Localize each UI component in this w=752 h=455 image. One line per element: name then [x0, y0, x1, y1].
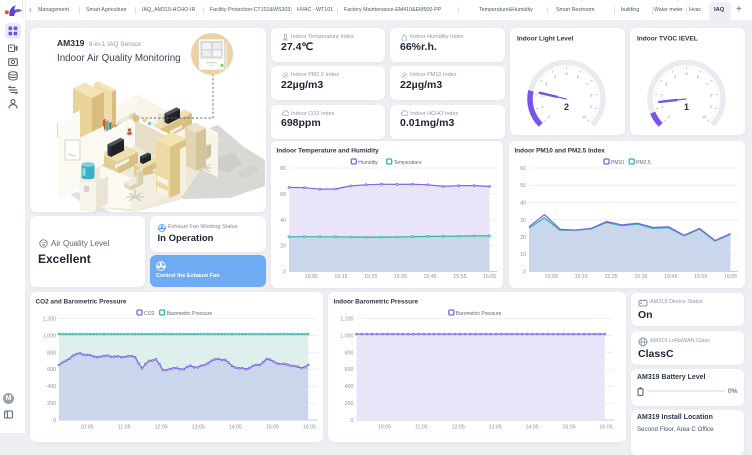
svg-text:0: 0 [523, 269, 526, 275]
svg-text:10:05: 10:05 [378, 425, 391, 431]
svg-text:200: 200 [47, 401, 56, 407]
svg-text:11:05: 11:05 [415, 425, 428, 431]
svg-text:60: 60 [280, 191, 286, 197]
svg-text:7: 7 [705, 83, 707, 87]
svg-text:Indoor TVOC lEVEL: Indoor TVOC lEVEL [637, 36, 698, 43]
svg-text:0: 0 [351, 418, 354, 424]
svg-text:15:05: 15:05 [545, 274, 558, 280]
svg-text:1: 1 [541, 105, 543, 109]
svg-text:Indoor Light Level: Indoor Light Level [517, 36, 574, 43]
svg-text:15:05: 15:05 [562, 425, 575, 431]
svg-text:12:05: 12:05 [452, 425, 465, 431]
svg-text:1: 1 [683, 102, 688, 112]
svg-text:11:05: 11:05 [118, 425, 131, 431]
svg-text:15:05: 15:05 [305, 274, 318, 280]
svg-text:5: 5 [565, 72, 567, 76]
svg-text:40: 40 [280, 217, 286, 223]
svg-text:PM2.5: PM2.5 [636, 160, 651, 166]
svg-text:15:55: 15:55 [694, 274, 707, 280]
svg-text:16:05: 16:05 [599, 425, 612, 431]
svg-text:Barometric Pressure: Barometric Pressure [456, 311, 502, 317]
svg-text:PM10: PM10 [611, 160, 624, 166]
svg-text:40: 40 [520, 200, 526, 206]
svg-text:1: 1 [661, 105, 663, 109]
svg-text:Indoor PM10 and PM2.5 Index: Indoor PM10 and PM2.5 Index [515, 147, 606, 154]
svg-text:8: 8 [590, 94, 592, 98]
svg-text:12:05: 12:05 [155, 425, 168, 431]
svg-text:15:45: 15:45 [423, 274, 436, 280]
svg-text:Barometric Pressure: Barometric Pressure [167, 311, 213, 317]
svg-text:Temperature: Temperature [394, 160, 422, 166]
svg-text:15:25: 15:25 [364, 274, 377, 280]
svg-text:16:05: 16:05 [303, 425, 316, 431]
svg-text:CO2: CO2 [144, 311, 155, 317]
svg-text:CO2 and Barometric Pressure: CO2 and Barometric Pressure [36, 299, 127, 306]
svg-text:400: 400 [345, 384, 354, 390]
svg-text:6: 6 [576, 75, 578, 79]
svg-text:0: 0 [53, 418, 56, 424]
svg-text:400: 400 [47, 384, 56, 390]
svg-text:0: 0 [283, 269, 286, 275]
svg-text:4: 4 [674, 75, 676, 79]
svg-text:800: 800 [47, 350, 56, 356]
svg-text:1,200: 1,200 [340, 317, 353, 323]
svg-text:10: 10 [702, 115, 706, 119]
svg-text:6: 6 [696, 75, 698, 79]
svg-text:1,000: 1,000 [340, 333, 353, 339]
svg-text:2: 2 [563, 102, 568, 112]
svg-text:15:55: 15:55 [453, 274, 466, 280]
svg-text:13:05: 13:05 [489, 425, 502, 431]
svg-text:Humidity: Humidity [358, 160, 378, 166]
svg-text:60: 60 [520, 166, 526, 172]
svg-text:800: 800 [345, 350, 354, 356]
svg-text:13:05: 13:05 [192, 425, 205, 431]
svg-text:14:05: 14:05 [229, 425, 242, 431]
svg-text:15:05: 15:05 [266, 425, 279, 431]
svg-text:15:45: 15:45 [664, 274, 677, 280]
svg-text:8: 8 [710, 94, 712, 98]
svg-text:50: 50 [520, 183, 526, 189]
svg-text:15:15: 15:15 [575, 274, 588, 280]
svg-text:7: 7 [585, 83, 587, 87]
svg-text:30: 30 [520, 217, 526, 223]
svg-text:16:05: 16:05 [724, 274, 737, 280]
svg-text:0: 0 [667, 115, 669, 119]
svg-text:10: 10 [582, 115, 586, 119]
svg-text:15:25: 15:25 [604, 274, 617, 280]
svg-text:20: 20 [280, 243, 286, 249]
svg-text:5: 5 [685, 72, 687, 76]
svg-text:20: 20 [520, 235, 526, 241]
svg-text:1,000: 1,000 [43, 333, 56, 339]
svg-text:14:05: 14:05 [525, 425, 538, 431]
svg-text:15:35: 15:35 [634, 274, 647, 280]
svg-text:15:35: 15:35 [394, 274, 407, 280]
svg-text:200: 200 [345, 401, 354, 407]
svg-text:1,200: 1,200 [43, 317, 56, 323]
svg-text:2: 2 [660, 94, 662, 98]
svg-text:Indoor Barometric Pressure: Indoor Barometric Pressure [334, 299, 419, 306]
svg-text:Indoor Temperature and Humidit: Indoor Temperature and Humidity [277, 147, 380, 154]
svg-text:16:05: 16:05 [483, 274, 496, 280]
svg-text:10: 10 [520, 252, 526, 258]
svg-text:9: 9 [589, 105, 591, 109]
svg-text:4: 4 [554, 75, 556, 79]
svg-text:0: 0 [547, 115, 549, 119]
svg-text:15:15: 15:15 [334, 274, 347, 280]
svg-text:10:05: 10:05 [80, 425, 93, 431]
svg-text:600: 600 [47, 367, 56, 373]
svg-text:600: 600 [345, 367, 354, 373]
svg-text:9: 9 [709, 105, 711, 109]
svg-text:80: 80 [280, 166, 286, 172]
svg-text:3: 3 [545, 83, 547, 87]
svg-text:3: 3 [665, 83, 667, 87]
